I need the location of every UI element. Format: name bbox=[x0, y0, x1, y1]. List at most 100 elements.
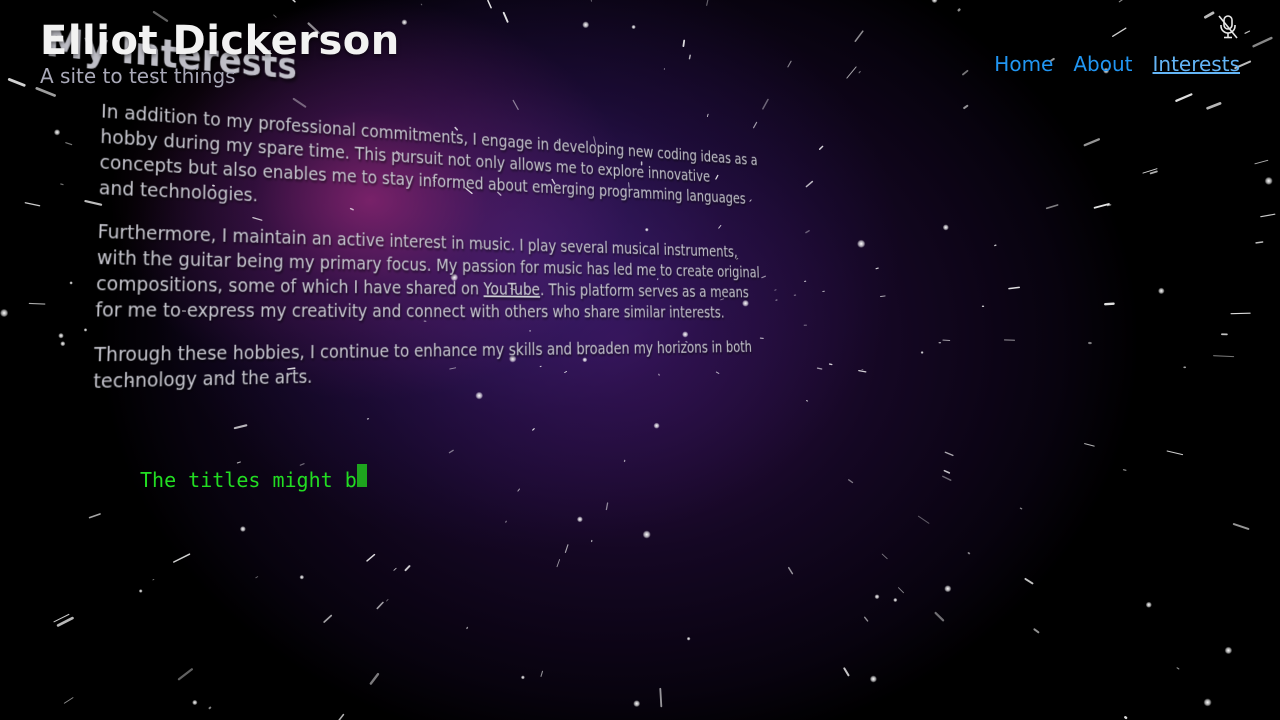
star-streak bbox=[762, 98, 769, 110]
star-streak bbox=[963, 104, 969, 110]
star-streak bbox=[1260, 213, 1276, 218]
star-streak bbox=[1149, 170, 1158, 175]
star-streak bbox=[63, 697, 74, 704]
star-glow bbox=[192, 699, 198, 706]
nav-interests-link[interactable]: Interests bbox=[1153, 52, 1241, 76]
star-streak bbox=[1008, 286, 1020, 290]
nav-about-link[interactable]: About bbox=[1073, 52, 1132, 76]
star-streak bbox=[273, 14, 277, 18]
star-streak bbox=[1232, 523, 1250, 530]
star-streak bbox=[1118, 0, 1123, 3]
star-streak bbox=[688, 54, 691, 60]
star-streak bbox=[967, 552, 971, 555]
star-glow bbox=[1203, 698, 1212, 707]
star-streak bbox=[1255, 241, 1264, 244]
star-streak bbox=[338, 713, 345, 720]
star-streak bbox=[420, 3, 423, 6]
star-streak bbox=[173, 553, 191, 563]
youtube-link[interactable]: YouTube bbox=[483, 278, 540, 299]
star-streak bbox=[1024, 577, 1034, 585]
star-glow bbox=[1158, 287, 1165, 295]
star-glow bbox=[58, 332, 64, 339]
star-streak bbox=[816, 367, 823, 370]
star-streak bbox=[659, 687, 663, 708]
star-streak bbox=[881, 553, 888, 560]
star-streak bbox=[540, 670, 544, 677]
star-streak bbox=[863, 616, 869, 622]
star-streak bbox=[943, 469, 951, 474]
star-streak bbox=[605, 502, 609, 511]
star-glow bbox=[582, 21, 590, 29]
star-streak bbox=[369, 672, 380, 685]
main-nav: Home About Interests bbox=[994, 52, 1240, 76]
star-streak bbox=[299, 463, 305, 466]
star-streak bbox=[65, 142, 73, 146]
star-streak bbox=[7, 78, 26, 87]
star-streak bbox=[505, 520, 507, 523]
star-streak bbox=[177, 668, 194, 681]
star-streak bbox=[1176, 667, 1180, 670]
star-streak bbox=[818, 145, 824, 150]
star-streak bbox=[292, 0, 296, 3]
star-streak bbox=[487, 0, 492, 9]
star-streak bbox=[858, 369, 867, 373]
paragraph-coding: In addition to my professional commitmen… bbox=[98, 98, 758, 208]
paragraph-hobbies: Through these hobbies, I continue to enh… bbox=[93, 337, 753, 394]
star-streak bbox=[843, 667, 850, 677]
star-streak bbox=[517, 488, 521, 492]
star-streak bbox=[957, 8, 961, 12]
star-glow bbox=[642, 530, 651, 539]
star-glow bbox=[631, 24, 636, 30]
star-streak bbox=[448, 449, 454, 454]
star-streak bbox=[706, 0, 709, 6]
star-streak bbox=[1252, 36, 1273, 48]
star-glow bbox=[869, 675, 878, 683]
star-streak bbox=[897, 587, 905, 594]
star-streak bbox=[1124, 716, 1128, 720]
nav-home-link[interactable]: Home bbox=[994, 52, 1053, 76]
star-glow bbox=[401, 19, 408, 26]
star-streak bbox=[152, 578, 155, 581]
star-glow bbox=[0, 308, 9, 318]
star-streak bbox=[28, 302, 46, 305]
star-streak bbox=[1033, 628, 1040, 634]
star-streak bbox=[1019, 507, 1023, 510]
star-glow bbox=[69, 281, 73, 285]
star-streak bbox=[236, 461, 241, 464]
star-streak bbox=[1175, 93, 1193, 102]
star-streak bbox=[962, 69, 969, 76]
star-streak bbox=[404, 565, 411, 572]
star-glow bbox=[520, 675, 525, 680]
star-streak bbox=[233, 424, 248, 430]
star-streak bbox=[934, 611, 945, 622]
star-glow bbox=[931, 0, 938, 4]
star-streak bbox=[386, 599, 389, 602]
star-glow bbox=[944, 585, 952, 593]
star-streak bbox=[1244, 30, 1251, 34]
star-streak bbox=[787, 60, 792, 68]
star-streak bbox=[848, 479, 854, 484]
star-streak bbox=[1083, 138, 1101, 147]
star-streak bbox=[1084, 443, 1095, 447]
star-glow bbox=[239, 526, 246, 532]
star-glow bbox=[576, 516, 583, 523]
star-streak bbox=[787, 566, 794, 575]
star-streak bbox=[942, 475, 952, 481]
star-streak bbox=[1206, 102, 1222, 110]
site-title[interactable]: Elliot Dickerson bbox=[40, 18, 400, 64]
star-glow bbox=[874, 594, 880, 600]
star-glow bbox=[1145, 601, 1152, 608]
microphone-muted-icon[interactable] bbox=[1216, 14, 1240, 40]
star-streak bbox=[880, 295, 886, 297]
star-glow bbox=[299, 574, 305, 580]
star-glow bbox=[1224, 646, 1233, 655]
star-glow bbox=[942, 224, 949, 231]
star-glow bbox=[653, 422, 660, 429]
star-streak bbox=[255, 576, 259, 579]
star-glow bbox=[83, 328, 88, 332]
site-tagline: A site to test things bbox=[40, 64, 236, 88]
star-streak bbox=[1254, 159, 1269, 165]
star-streak bbox=[1213, 355, 1235, 358]
star-streak bbox=[944, 451, 954, 457]
star-streak bbox=[1104, 302, 1115, 306]
